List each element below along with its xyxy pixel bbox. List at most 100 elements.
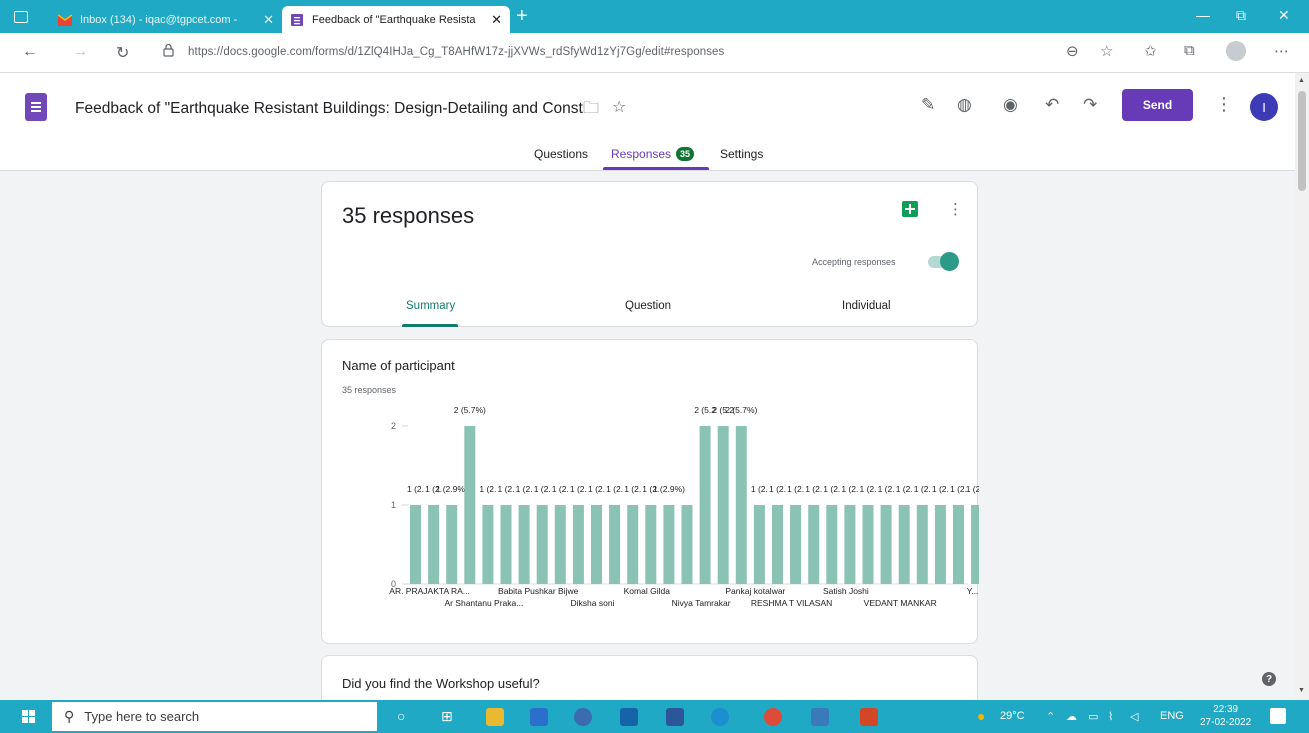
windows-start-icon[interactable]: [22, 710, 36, 724]
form-title[interactable]: Feedback of "Earthquake Resistant Buildi…: [75, 100, 583, 118]
folder-icon[interactable]: 🗀: [583, 97, 599, 124]
input-language[interactable]: ENG: [1160, 710, 1184, 722]
browser-tab-forms[interactable]: Feedback of "Earthquake Resista ✕: [282, 6, 510, 33]
chart-bar: [772, 505, 783, 584]
data-label: 1 (2.: [859, 484, 876, 494]
volume-icon[interactable]: ◁: [1130, 710, 1138, 723]
forms-logo-icon[interactable]: [25, 93, 47, 121]
redo-icon[interactable]: ↷: [1083, 95, 1097, 115]
data-label: 1 (2.: [570, 484, 587, 494]
forward-icon[interactable]: →: [72, 43, 88, 61]
x-tick-label: Pankaj kotalwar: [725, 586, 785, 596]
page-scrollbar[interactable]: ▲ ▼: [1295, 73, 1309, 700]
notifications-icon[interactable]: [1270, 708, 1286, 724]
responses-count-badge: 35: [676, 147, 695, 161]
chart-bar: [916, 505, 928, 584]
restore-icon[interactable]: ⧉: [1236, 7, 1246, 24]
collections-icon[interactable]: ⧉: [1184, 42, 1195, 59]
chart-bar: [717, 426, 729, 584]
responses-total: 35 responses: [342, 203, 475, 228]
weather-icon[interactable]: ●: [977, 708, 985, 724]
temperature[interactable]: 29°C: [1000, 710, 1025, 722]
back-icon[interactable]: ←: [22, 43, 38, 61]
show-hidden-icons[interactable]: ⌃: [1046, 710, 1055, 723]
chart-bar: [790, 505, 802, 584]
avatar[interactable]: I: [1250, 93, 1278, 121]
mail-icon[interactable]: [620, 708, 638, 726]
add-favorite-icon[interactable]: ☆: [1100, 42, 1113, 60]
battery-icon[interactable]: ▭: [1088, 710, 1098, 723]
search-icon: ⚲: [64, 708, 75, 724]
more-options-icon[interactable]: ⋮: [948, 200, 963, 218]
onedrive-icon[interactable]: ☁: [1066, 710, 1077, 723]
new-tab-icon[interactable]: +: [516, 6, 528, 26]
powerpoint-icon[interactable]: [860, 708, 878, 726]
data-label: 1 (2.: [588, 484, 605, 494]
clock-time: 22:39: [1213, 704, 1239, 715]
cortana-icon[interactable]: ○: [397, 708, 405, 724]
close-window-icon[interactable]: ✕: [1278, 7, 1290, 24]
tab-responses[interactable]: Responses 35: [611, 147, 695, 161]
scroll-down-icon[interactable]: ▼: [1298, 687, 1305, 694]
close-icon[interactable]: ✕: [263, 12, 274, 28]
app-icon[interactable]: [574, 708, 592, 726]
more-options-icon[interactable]: ⋮: [1215, 94, 1233, 115]
y-tick-label: 2: [391, 421, 396, 431]
browser-tab-gmail[interactable]: Inbox (134) - iqac@tgpcet.com - ✕: [50, 6, 282, 33]
chart-bar: [971, 505, 979, 584]
data-label: 1 (2.: [606, 484, 623, 494]
data-label: 1 (2.: [932, 484, 949, 494]
tab-questions[interactable]: Questions: [534, 147, 588, 161]
help-icon[interactable]: ?: [1262, 672, 1276, 686]
close-icon[interactable]: ✕: [491, 12, 502, 28]
chart-bar: [591, 505, 602, 584]
tab-settings[interactable]: Settings: [720, 147, 763, 161]
tab-title: Feedback of "Earthquake Resista: [312, 13, 476, 26]
active-tab-indicator: [603, 167, 709, 170]
clock[interactable]: 22:39 27-02-2022: [1200, 703, 1251, 729]
word-icon[interactable]: [666, 708, 684, 726]
chart-bar: [464, 426, 476, 584]
scrollbar-thumb[interactable]: [1298, 91, 1306, 191]
x-tick-label: Diksha soni: [571, 598, 615, 608]
tab-summary[interactable]: Summary: [406, 300, 455, 312]
data-label: 1 (2.: [878, 484, 895, 494]
data-label: 1 (2.: [950, 484, 967, 494]
task-view-icon[interactable]: ⊞: [441, 708, 453, 725]
active-subtab-indicator: [402, 324, 458, 327]
photos-icon[interactable]: [811, 708, 829, 726]
edge-icon[interactable]: [711, 708, 729, 726]
send-button[interactable]: Send: [1122, 89, 1193, 121]
preview-eye-icon[interactable]: ◉: [1003, 95, 1018, 115]
more-icon[interactable]: ⋯: [1274, 42, 1289, 60]
scroll-up-icon[interactable]: ▲: [1298, 77, 1305, 84]
search-placeholder: Type here to search: [84, 709, 200, 724]
chart-bar: [934, 505, 946, 584]
tab-individual[interactable]: Individual: [842, 300, 891, 312]
taskbar-search-input[interactable]: ⚲ Type here to search: [52, 702, 377, 731]
chart-bar: [446, 505, 458, 584]
store-icon[interactable]: [530, 708, 548, 726]
toggle-knob[interactable]: [940, 252, 959, 271]
chrome-icon[interactable]: [764, 708, 782, 726]
profile-icon[interactable]: [1226, 41, 1246, 61]
minimize-icon[interactable]: —: [1196, 7, 1210, 23]
network-icon[interactable]: ⌇: [1108, 710, 1113, 723]
file-explorer-icon[interactable]: [486, 708, 504, 726]
palette-icon[interactable]: ◍: [957, 95, 972, 115]
refresh-icon[interactable]: ↻: [116, 43, 129, 63]
url-field[interactable]: https://docs.google.com/forms/d/1ZlQ4IHJ…: [188, 46, 724, 58]
chart-bar: [953, 505, 964, 584]
tab-question[interactable]: Question: [625, 300, 671, 312]
customize-theme-icon[interactable]: ✎: [921, 95, 935, 115]
zoom-icon[interactable]: ⊖: [1066, 42, 1079, 60]
chart-bar: [572, 505, 584, 584]
star-icon[interactable]: ☆: [612, 97, 626, 117]
chart-bar: [699, 426, 711, 584]
data-label: 1 (2.: [552, 484, 569, 494]
favorites-icon[interactable]: ✩: [1144, 42, 1157, 60]
undo-icon[interactable]: ↶: [1045, 95, 1059, 115]
data-label: 1 (2.9: [966, 484, 979, 494]
tab-actions-icon[interactable]: [14, 11, 28, 23]
sheets-icon[interactable]: [902, 201, 918, 217]
